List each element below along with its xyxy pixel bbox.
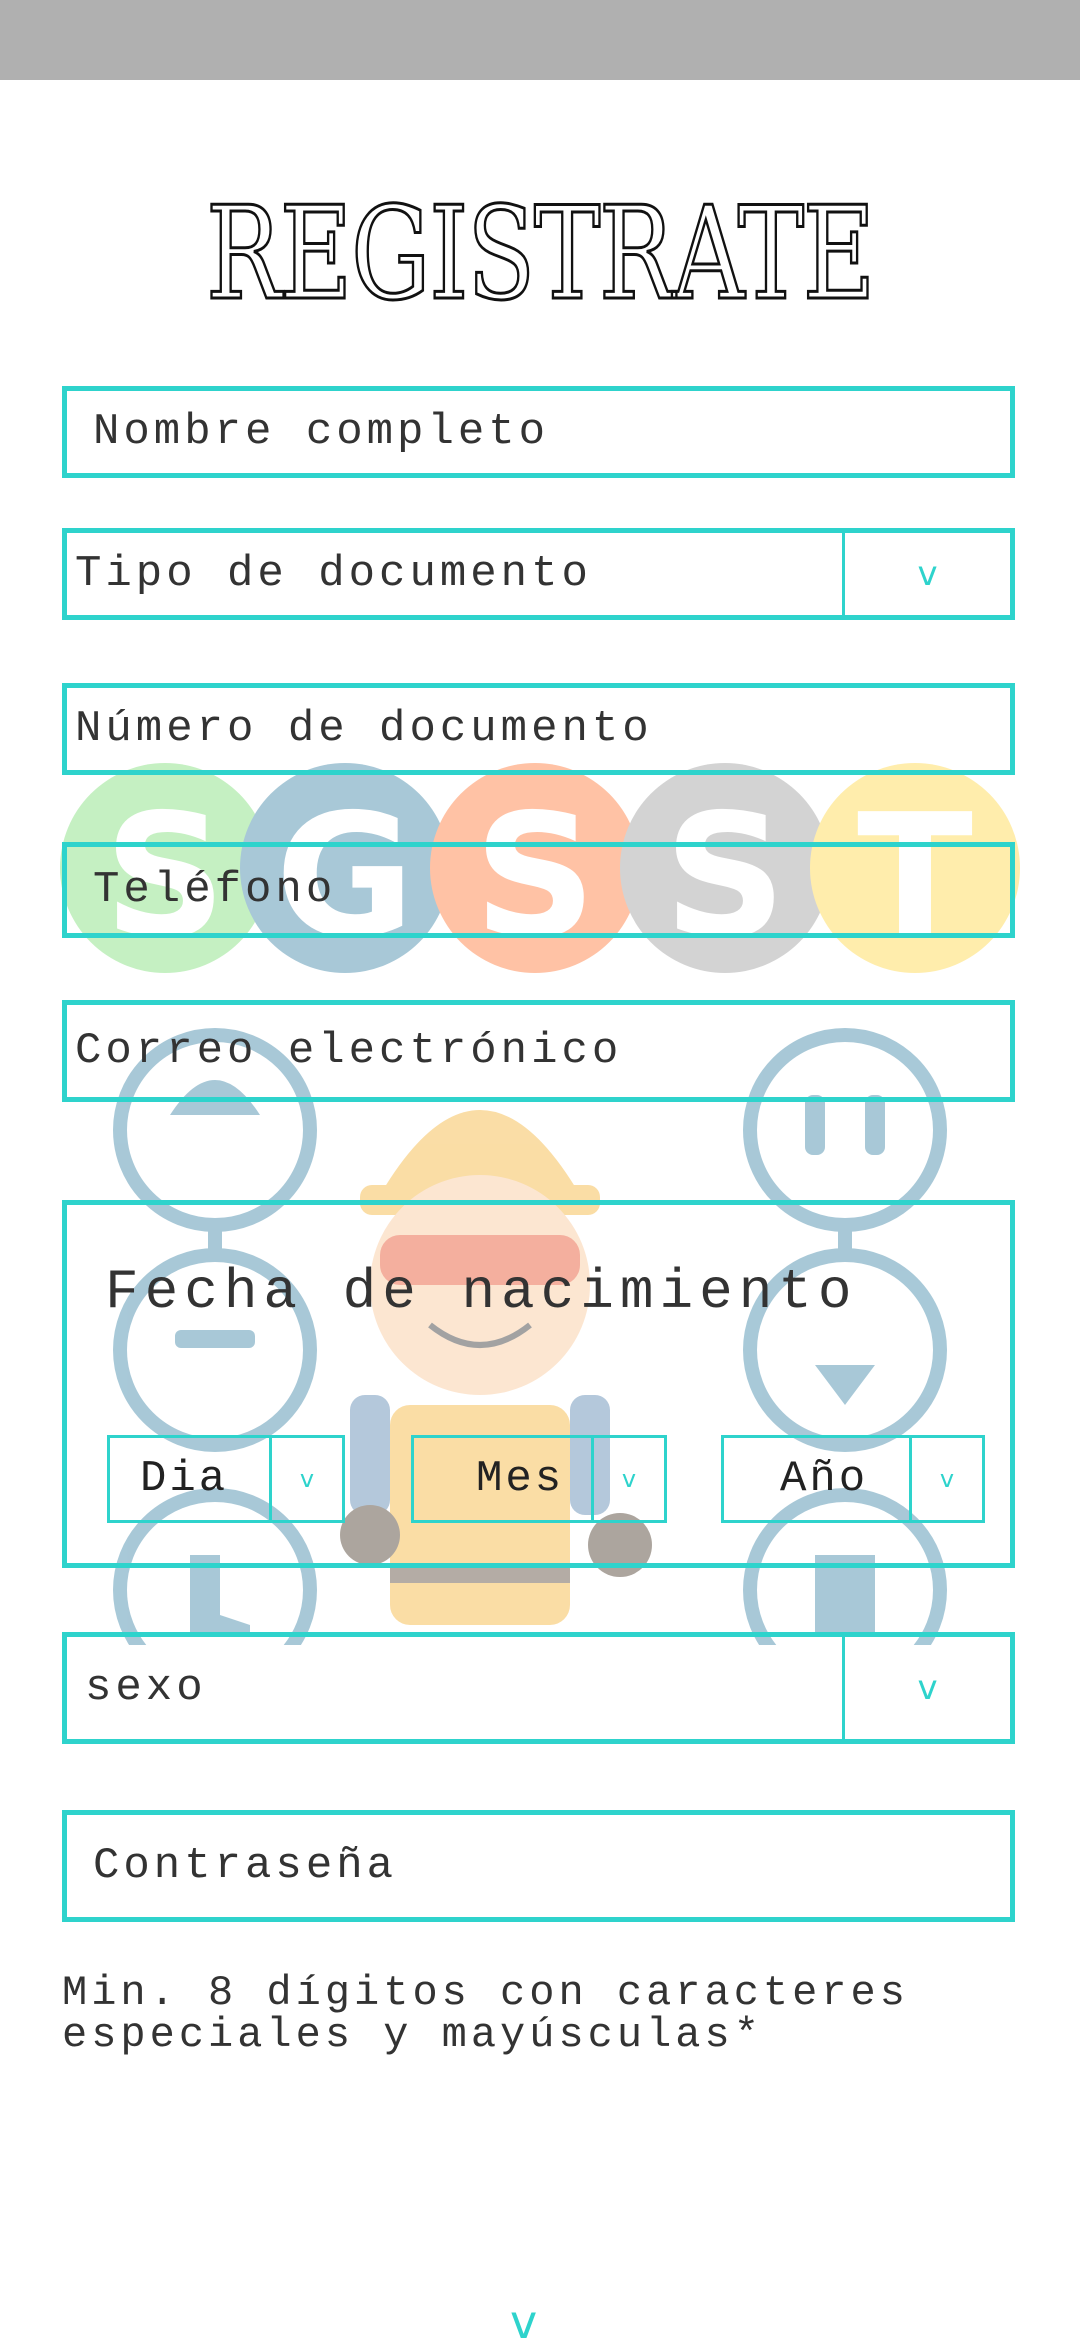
password-placeholder: Contraseña xyxy=(93,1841,398,1891)
month-select[interactable]: Mes v xyxy=(411,1435,667,1523)
status-bar xyxy=(0,0,1080,80)
birth-date-label: Fecha de nacimiento xyxy=(105,1260,858,1324)
chevron-down-icon[interactable]: v xyxy=(591,1438,664,1520)
email-placeholder: Correo electrónico xyxy=(75,1026,623,1076)
password-input[interactable]: Contraseña xyxy=(62,1810,1015,1922)
sex-select[interactable]: sexo v xyxy=(62,1632,1015,1744)
document-number-placeholder: Número de documento xyxy=(75,704,653,754)
chevron-down-icon[interactable]: v xyxy=(909,1438,982,1520)
email-input[interactable]: Correo electrónico xyxy=(62,1000,1015,1102)
chevron-down-icon[interactable]: v xyxy=(269,1438,342,1520)
password-hint: Min. 8 dígitos con caracteres especiales… xyxy=(62,1969,909,2059)
sex-placeholder: sexo xyxy=(85,1663,207,1713)
full-name-input[interactable]: Nombre completo xyxy=(62,386,1015,478)
year-label: Año xyxy=(780,1454,869,1504)
document-type-placeholder: Tipo de documento xyxy=(75,549,592,599)
phone-input[interactable]: Teléfono xyxy=(62,842,1015,938)
full-name-placeholder: Nombre completo xyxy=(93,407,550,457)
year-select[interactable]: Año v xyxy=(721,1435,985,1523)
day-select[interactable]: Dia v xyxy=(107,1435,345,1523)
phone-placeholder: Teléfono xyxy=(93,865,337,915)
document-type-select[interactable]: Tipo de documento v xyxy=(62,528,1015,620)
chevron-down-icon[interactable]: v xyxy=(842,1637,1010,1739)
birth-date-group: Fecha de nacimiento Dia v Mes v Año v xyxy=(62,1200,1015,1568)
day-label: Dia xyxy=(140,1454,229,1504)
chevron-down-icon[interactable]: v xyxy=(842,533,1010,615)
page-title: REGISTRATE xyxy=(205,179,877,331)
chevron-down-icon[interactable]: v xyxy=(510,2295,537,2349)
month-label: Mes xyxy=(476,1454,565,1504)
document-number-input[interactable]: Número de documento xyxy=(62,683,1015,775)
